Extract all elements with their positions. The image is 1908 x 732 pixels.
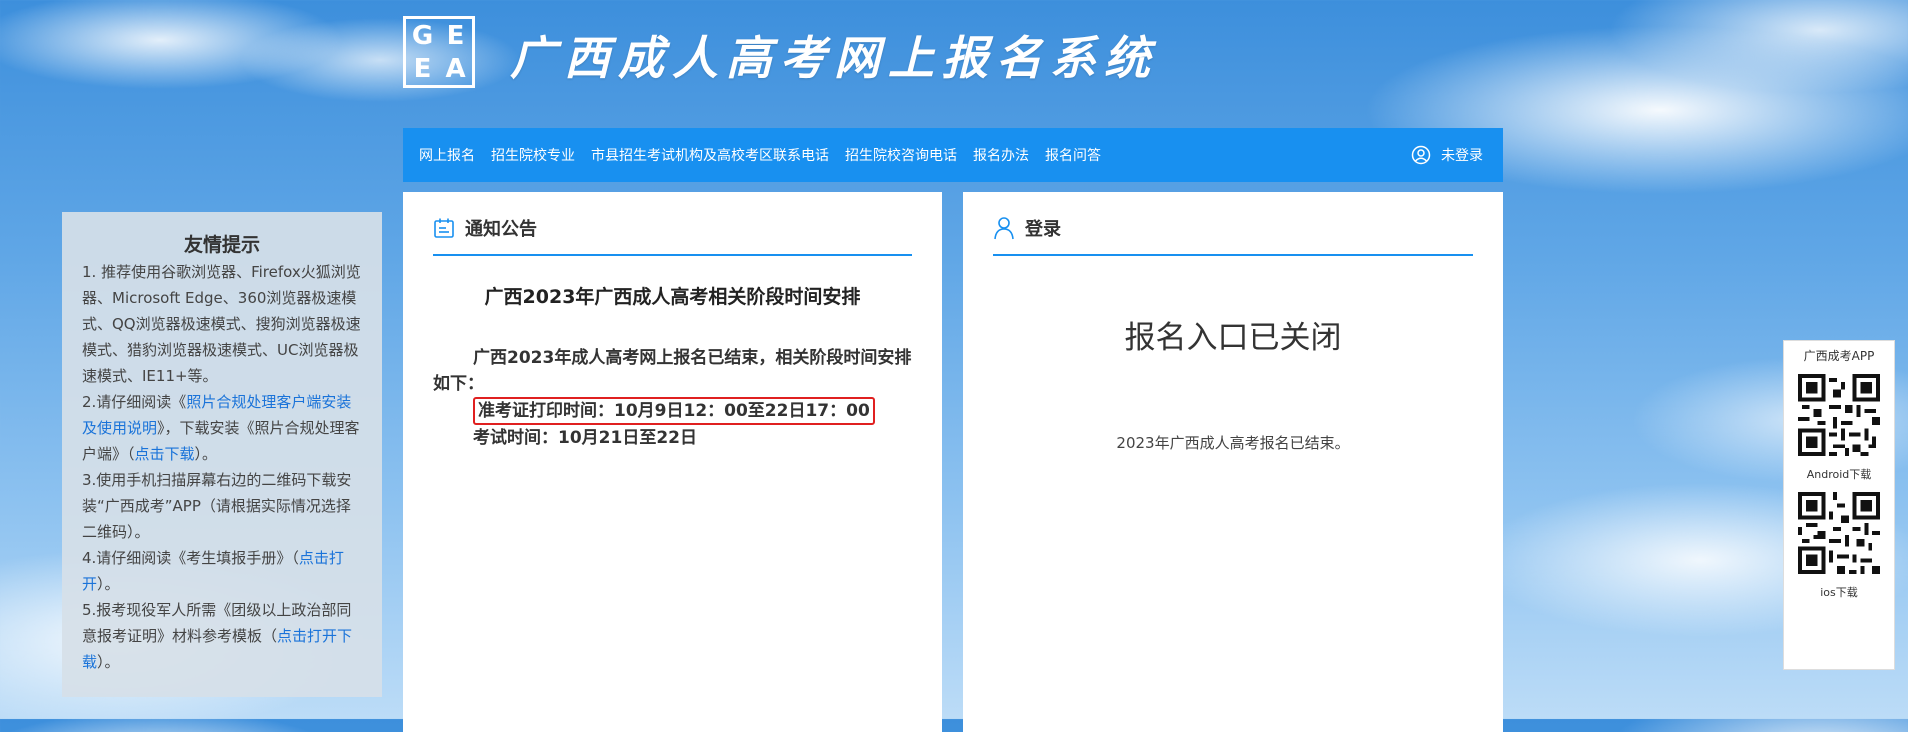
admission-ticket-print-time: 准考证打印时间：10月9日12：00至22日17：00 (473, 397, 875, 425)
tips-text: 2.请仔细阅读《 (82, 393, 187, 411)
notice-panel-title: 通知公告 (465, 219, 537, 240)
nav-item-online-registration[interactable]: 网上报名 (419, 145, 475, 165)
site-title: 广西成人高考网上报名系统 (510, 31, 1158, 85)
tips-text: ）。 (97, 575, 120, 593)
tips-item-1: 1. 推荐使用谷歌浏览器、Firefox火狐浏览器、Microsoft Edge… (82, 263, 361, 385)
app-download-panel: 广西成考APP Android下载 ios下载 (1783, 340, 1895, 670)
nav-item-school-consult-phones[interactable]: 招生院校咨询电话 (845, 145, 957, 165)
notice-panel-header: 通知公告 (433, 202, 912, 256)
login-panel-title: 登录 (1025, 219, 1061, 240)
notice-panel: 通知公告 广西2023年广西成人高考相关阶段时间安排 广西2023年成人高考网上… (403, 192, 942, 732)
tips-text: 4.请仔细阅读《考生填报手册》（ (82, 549, 299, 567)
logo-letter: E (446, 20, 465, 51)
nav-item-school-majors[interactable]: 招生院校专业 (491, 145, 575, 165)
notice-title: 广西2023年广西成人高考相关阶段时间安排 (484, 286, 861, 308)
android-qr-code[interactable] (1798, 374, 1880, 456)
nav-item-exam-contact-phones[interactable]: 市县招生考试机构及高校考区联系电话 (591, 145, 829, 165)
tips-item-4: 4.请仔细阅读《考生填报手册》（点击打开）。 (82, 545, 362, 597)
photo-client-download-link[interactable]: 点击下载 (135, 445, 195, 463)
tips-item-5: 5.报考现役军人所需《团级以上政治部同意报考证明》材料参考模板（点击打开下载）。 (82, 597, 362, 675)
main-nav: 网上报名 招生院校专业 市县招生考试机构及高校考区联系电话 招生院校咨询电话 报… (403, 128, 1503, 182)
tips-item-2: 2.请仔细阅读《照片合规处理客户端安装及使用说明》，下载安装《照片合规处理客户端… (82, 389, 362, 467)
user-status-button[interactable]: 未登录 (1411, 145, 1483, 165)
login-panel-header: 登录 (993, 202, 1473, 256)
user-circle-icon (1411, 145, 1431, 165)
user-outline-icon (994, 217, 1014, 240)
calendar-notice-icon (434, 218, 454, 238)
logo-letter: A (445, 53, 466, 84)
notice-print-time-line: 准考证打印时间：10月9日12：00至22日17：00 (433, 397, 913, 425)
registration-closed-text: 2023年广西成人高考报名已结束。 (1116, 434, 1350, 452)
nav-item-registration-faq[interactable]: 报名问答 (1045, 145, 1101, 165)
ios-qr-code[interactable] (1798, 492, 1880, 574)
login-panel: 登录 报名入口已关闭 2023年广西成人高考报名已结束。 (963, 192, 1503, 732)
tips-panel: 友情提示 1. 推荐使用谷歌浏览器、Firefox火狐浏览器、Microsoft… (62, 212, 382, 697)
user-status-label: 未登录 (1441, 148, 1483, 164)
app-title: 广西成考APP (1803, 349, 1875, 363)
ios-download-label[interactable]: ios下载 (1784, 584, 1894, 600)
nav-item-registration-method[interactable]: 报名办法 (973, 145, 1029, 165)
notice-intro: 广西2023年成人高考网上报名已结束，相关阶段时间安排如下： (433, 348, 912, 394)
tips-text: ）。 (194, 445, 218, 463)
logo-letter: E (413, 53, 432, 84)
android-download-label[interactable]: Android下载 (1784, 466, 1894, 482)
tips-item-3: 3.使用手机扫描屏幕右边的二维码下载安装“广西成考”APP（请根据实际情况选择二… (82, 471, 352, 541)
site-logo: G E E A (403, 16, 475, 88)
registration-closed-title: 报名入口已关闭 (1124, 320, 1342, 356)
notice-body: 广西2023年成人高考网上报名已结束，相关阶段时间安排如下： 准考证打印时间：1… (433, 345, 913, 451)
logo-letter: G (411, 20, 434, 51)
notice-exam-time: 考试时间：10月21日至22日 (473, 428, 697, 448)
tips-text: ）。 (97, 653, 120, 671)
tips-title: 友情提示 (183, 234, 260, 256)
